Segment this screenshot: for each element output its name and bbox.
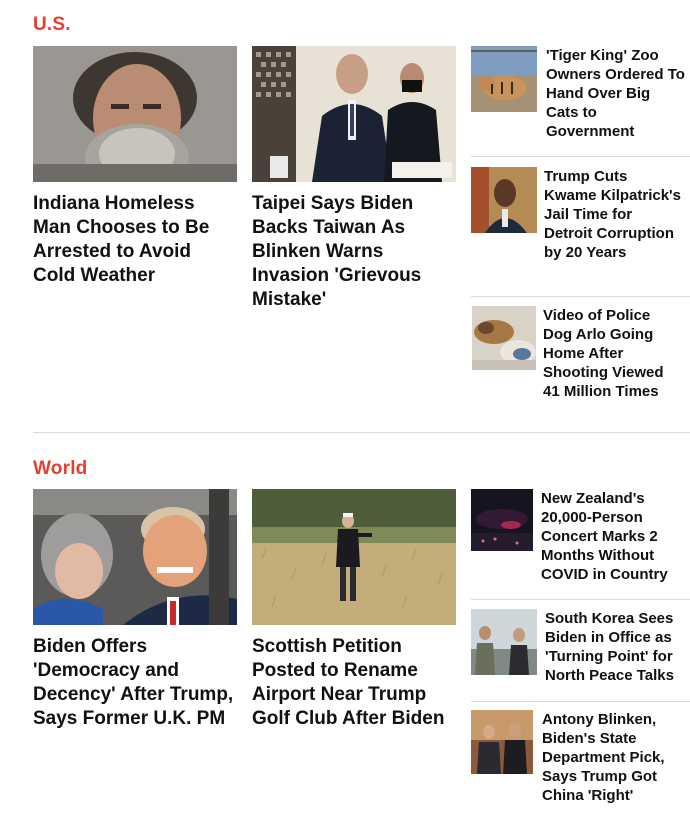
story-thumbnail[interactable] [471, 306, 537, 370]
story-thumbnail[interactable] [252, 46, 456, 182]
story-headline[interactable]: 'Tiger King' Zoo Owners Ordered To Hand … [546, 46, 686, 141]
story-thumbnail[interactable] [471, 489, 533, 551]
main-story-card[interactable]: Scottish Petition Posted to Rename Airpo… [252, 489, 456, 731]
story-headline[interactable]: Antony Blinken, Biden's State Department… [542, 710, 682, 805]
us-section: U.S. Indiana Homeless Man Chooses to Be … [0, 0, 690, 432]
story-thumbnail[interactable] [33, 46, 237, 182]
story-headline[interactable]: Scottish Petition Posted to Rename Airpo… [252, 635, 456, 731]
divider [471, 296, 690, 297]
story-thumbnail[interactable] [471, 167, 537, 233]
story-thumbnail[interactable] [471, 46, 537, 112]
main-story-card[interactable]: Biden Offers 'Democracy and Decency' Aft… [33, 489, 237, 731]
divider [471, 701, 690, 702]
section-title-us[interactable]: U.S. [33, 14, 71, 36]
story-headline[interactable]: New Zealand's 20,000-Person Concert Mark… [541, 489, 681, 584]
story-headline[interactable]: South Korea Sees Biden in Office as 'Tur… [545, 609, 685, 685]
story-thumbnail[interactable] [471, 710, 533, 774]
story-headline[interactable]: Trump Cuts Kwame Kilpatrick's Jail Time … [544, 167, 684, 262]
world-section: World Biden Offers 'Democracy and Decenc… [0, 433, 690, 836]
section-title-world[interactable]: World [33, 458, 87, 480]
story-headline[interactable]: Biden Offers 'Democracy and Decency' Aft… [33, 635, 237, 731]
divider [471, 599, 690, 600]
main-story-card[interactable]: Taipei Says Biden Backs Taiwan As Blinke… [252, 46, 456, 312]
story-thumbnail[interactable] [471, 609, 537, 675]
story-headline[interactable]: Taipei Says Biden Backs Taiwan As Blinke… [252, 192, 456, 312]
story-thumbnail[interactable] [252, 489, 456, 625]
story-headline[interactable]: Indiana Homeless Man Chooses to Be Arres… [33, 192, 237, 288]
story-headline[interactable]: Video of Police Dog Arlo Going Home Afte… [543, 306, 683, 401]
divider [471, 156, 690, 157]
main-story-card[interactable]: Indiana Homeless Man Chooses to Be Arres… [33, 46, 237, 288]
story-thumbnail[interactable] [33, 489, 237, 625]
